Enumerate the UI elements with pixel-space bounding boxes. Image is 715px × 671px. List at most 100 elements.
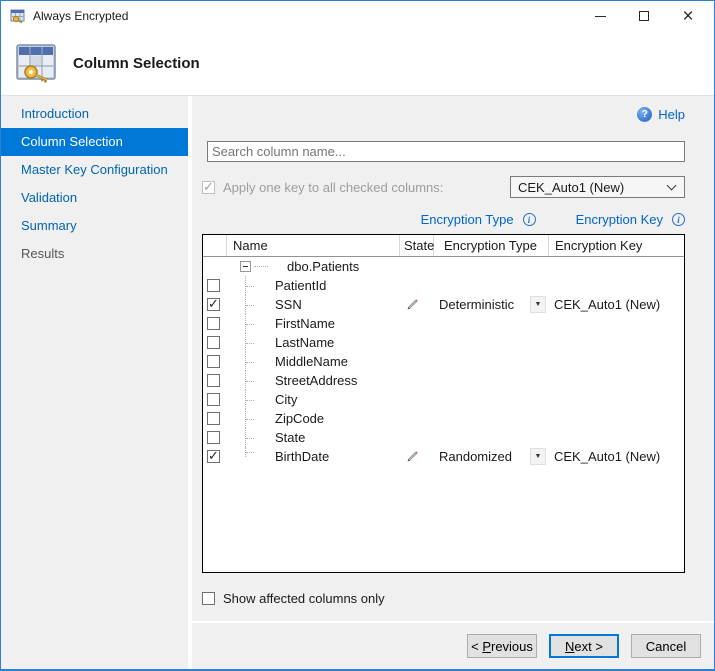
tree-connector (245, 447, 254, 457)
sidebar-item-master-key-configuration[interactable]: Master Key Configuration (1, 156, 188, 184)
columns-table: Name State Encryption Type Encryption Ke… (202, 234, 685, 573)
header-checkbox-column (203, 235, 227, 256)
row-checkbox[interactable] (207, 431, 220, 444)
maximize-icon (639, 11, 649, 21)
column-name: MiddleName (275, 354, 348, 369)
dropdown-arrow-icon[interactable]: ▼ (530, 296, 546, 313)
cek-dropdown-value: CEK_Auto1 (New) (518, 180, 624, 195)
help-row: ? Help (202, 106, 685, 122)
tree-connector (245, 352, 254, 371)
apply-key-checkbox (202, 181, 215, 194)
tree-connector (245, 409, 254, 428)
encryption-key-link[interactable]: Encryption Key (576, 212, 663, 227)
table-key-icon (15, 42, 57, 84)
wizard-header: Column Selection (1, 31, 714, 96)
wizard-steps-sidebar: Introduction Column Selection Master Key… (1, 96, 192, 669)
show-affected-label: Show affected columns only (223, 591, 385, 606)
cek-dropdown[interactable]: CEK_Auto1 (New) (510, 176, 685, 198)
header-name: Name (227, 235, 400, 256)
table-row[interactable]: LastName (203, 333, 684, 352)
table-body: dbo.Patients PatientIdSSNDeterministic▼C… (203, 257, 684, 466)
row-checkbox[interactable] (207, 279, 220, 292)
table-row[interactable]: FirstName (203, 314, 684, 333)
show-affected-checkbox[interactable] (202, 592, 215, 605)
help-icon: ? (637, 107, 652, 122)
row-checkbox[interactable] (207, 374, 220, 387)
row-checkbox[interactable] (207, 450, 220, 463)
column-name: FirstName (275, 316, 335, 331)
column-name: LastName (275, 335, 334, 350)
column-name: StreetAddress (275, 373, 357, 388)
tree-connector (245, 276, 254, 295)
row-checkbox[interactable] (207, 298, 220, 311)
maximize-button[interactable] (622, 1, 666, 31)
sidebar-item-summary[interactable]: Summary (1, 212, 188, 240)
column-name: SSN (275, 297, 302, 312)
tree-connector (254, 266, 268, 267)
table-row[interactable]: City (203, 390, 684, 409)
header-encryption-type: Encryption Type (434, 235, 549, 256)
table-row[interactable]: StreetAddress (203, 371, 684, 390)
table-row[interactable]: PatientId (203, 276, 684, 295)
tree-connector (245, 295, 254, 314)
title-bar: Always Encrypted × (1, 1, 714, 31)
table-header: Name State Encryption Type Encryption Ke… (203, 235, 684, 257)
table-row[interactable]: SSNDeterministic▼CEK_Auto1 (New) (203, 295, 684, 314)
row-checkbox[interactable] (207, 355, 220, 368)
dropdown-arrow-icon[interactable]: ▼ (530, 448, 546, 465)
chevron-down-icon (667, 181, 677, 191)
column-name: BirthDate (275, 449, 329, 464)
encryption-type-value: Randomized (439, 449, 512, 464)
tree-connector (245, 390, 254, 409)
table-group-row[interactable]: dbo.Patients (203, 257, 684, 276)
cancel-button[interactable]: Cancel (631, 634, 701, 658)
previous-button[interactable]: < Previous (467, 634, 537, 658)
encryption-key-value: CEK_Auto1 (New) (554, 297, 660, 312)
next-button[interactable]: Next > (549, 634, 619, 658)
table-row[interactable]: BirthDate Randomized ▼ CEK_Auto1 (New) (203, 447, 684, 466)
tree-connector (245, 428, 254, 447)
close-icon: × (682, 7, 693, 26)
column-name: ZipCode (275, 411, 324, 426)
help-link[interactable]: Help (658, 107, 685, 122)
tree-connector (245, 314, 254, 333)
info-icon[interactable]: i (523, 213, 536, 226)
close-button[interactable]: × (666, 1, 710, 31)
collapse-minus-icon[interactable] (240, 261, 251, 272)
tree-connector (245, 371, 254, 390)
apply-key-label: Apply one key to all checked columns: (223, 180, 443, 195)
row-checkbox[interactable] (207, 317, 220, 330)
row-checkbox[interactable] (207, 336, 220, 349)
apply-key-row: Apply one key to all checked columns: CE… (202, 176, 685, 198)
header-encryption-key: Encryption Key (549, 235, 684, 256)
encryption-key-value: CEK_Auto1 (New) (554, 449, 660, 464)
sidebar-item-column-selection[interactable]: Column Selection (1, 128, 188, 156)
sidebar-item-validation[interactable]: Validation (1, 184, 188, 212)
row-checkbox[interactable] (207, 412, 220, 425)
column-name: PatientId (275, 278, 326, 293)
search-input[interactable] (207, 141, 685, 162)
table-row[interactable]: State (203, 428, 684, 447)
info-icon[interactable]: i (672, 213, 685, 226)
row-checkbox[interactable] (207, 393, 220, 406)
table-row[interactable]: MiddleName (203, 352, 684, 371)
pencil-edit-icon (406, 298, 419, 311)
table-group-label: dbo.Patients (287, 259, 359, 274)
table-row[interactable]: ZipCode (203, 409, 684, 428)
window-title: Always Encrypted (33, 9, 128, 23)
show-affected-row: Show affected columns only (202, 590, 685, 606)
window-controls: × (578, 1, 710, 31)
wizard-footer: < Previous Next > Cancel (192, 621, 714, 669)
page-title: Column Selection (73, 55, 200, 72)
minimize-icon (595, 16, 606, 17)
column-links-row: Encryption Type i Encryption Key i (202, 211, 685, 227)
header-state: State (400, 235, 434, 256)
always-encrypted-dialog: Always Encrypted × Column Selection Intr… (0, 0, 715, 671)
encryption-type-link[interactable]: Encryption Type (421, 212, 514, 227)
pencil-edit-icon (406, 450, 419, 463)
tree-connector (245, 333, 254, 352)
minimize-button[interactable] (578, 1, 622, 31)
sidebar-item-introduction[interactable]: Introduction (1, 100, 188, 128)
column-name: State (275, 430, 305, 445)
table-key-app-icon (10, 8, 26, 24)
